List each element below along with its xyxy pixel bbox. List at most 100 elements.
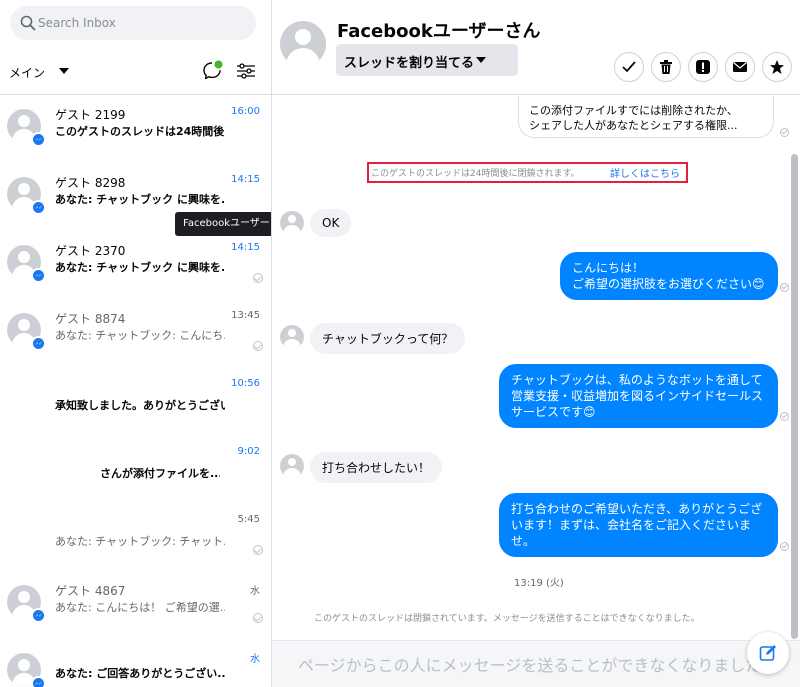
scrollbar[interactable] xyxy=(791,154,798,639)
contact-avatar[interactable] xyxy=(280,21,326,67)
seen-check-icon xyxy=(780,128,789,137)
learn-more-link[interactable]: 詳しくはこちら xyxy=(610,165,680,180)
message-line: せ。 xyxy=(511,534,536,548)
mark-spam-button[interactable] xyxy=(688,52,718,82)
conversation-item[interactable]: ゲスト 2199 このゲストのスレッドは24時間後... 16:00 xyxy=(0,95,271,163)
conversation-time: 13:45 xyxy=(231,310,260,321)
filter-row: メイン xyxy=(0,56,271,88)
contact-name: Facebookユーザーさん xyxy=(337,21,541,42)
conversation-time: 14:15 xyxy=(231,242,260,253)
conversation-item[interactable]: さんが添付ファイルを... 9:02 xyxy=(0,435,271,503)
conversation-name: ゲスト 2370 xyxy=(55,244,126,258)
conversation-item[interactable]: ゲスト 8874 あなた: チャットブック: こんにち... 13:45 xyxy=(0,299,271,367)
message-line: ご希望の選択肢をお選びください😊 xyxy=(572,277,765,291)
conversation-time: 水 xyxy=(250,654,260,665)
conversation-preview: あなた: ご回答ありがとうござい... xyxy=(55,667,225,680)
delete-button[interactable] xyxy=(651,52,681,82)
assign-thread-label: スレッドを割り当てる xyxy=(344,56,475,71)
compose-edit-icon xyxy=(759,645,776,661)
conversation-time: 水 xyxy=(250,586,260,597)
seen-check-icon xyxy=(253,341,263,351)
message-thread: この添付ファイルすでには削除されたか、 シェアした人があなたとシェアする権限..… xyxy=(272,96,800,639)
caret-down-icon xyxy=(476,57,486,63)
incoming-message: OK xyxy=(310,209,352,237)
message-line: 打ち合わせのご希望いただき、ありがとうござ xyxy=(511,502,763,516)
seen-check-icon xyxy=(780,412,789,421)
message-timestamp: 13:19 (火) xyxy=(514,578,564,589)
assign-thread-button[interactable]: スレッドを割り当てる xyxy=(336,44,518,76)
conversation-item[interactable]: あなた: ご回答ありがとうござい... 水 xyxy=(0,639,271,687)
composer-disabled-text: ページからこの人にメッセージを送ることができなくなりました。 xyxy=(298,656,778,675)
conversation-pane: Facebookユーザーさん スレッドを割り当てる この添付ファイルすでには削除… xyxy=(272,0,800,687)
conversation-name: ゲスト 4867 xyxy=(55,584,126,598)
search-icon xyxy=(20,15,36,31)
filter-settings-icon[interactable] xyxy=(235,61,257,81)
messenger-badge-icon xyxy=(31,268,46,283)
conversation-preview: このゲストのスレッドは24時間後... xyxy=(55,125,225,138)
guest-avatar xyxy=(280,211,304,235)
messenger-badge-icon xyxy=(31,676,46,687)
messenger-badge-icon xyxy=(31,200,46,215)
incoming-message: チャットブックって何？ xyxy=(310,323,466,354)
message-composer: ページからこの人にメッセージを送ることができなくなりました。 xyxy=(272,640,800,687)
seen-check-icon xyxy=(780,542,789,551)
conversation-list-pane: メイン ゲスト 2199 このゲストのスレッドは24時間後. xyxy=(0,0,272,687)
incoming-message: 打ち合わせしたい！ xyxy=(310,452,443,483)
conversation-item[interactable]: あなた: チャットブック: チャット... 5:45 xyxy=(0,503,271,571)
trash-icon xyxy=(660,60,672,74)
outgoing-message: こんにちは！ ご希望の選択肢をお選びください😊 xyxy=(560,252,778,300)
outgoing-message: チャットブックは、私のようなボットを通して 営業支援・収益増加を図るインサイドセ… xyxy=(499,364,778,428)
conversation-time: 10:56 xyxy=(231,378,260,389)
filter-dropdown-label[interactable]: メイン xyxy=(9,64,45,81)
conversation-name: ゲスト 2199 xyxy=(55,108,126,122)
message-line: サービスです😊 xyxy=(511,405,596,419)
conversation-preview: あなた: チャットブック: チャット... xyxy=(55,535,225,548)
quoted-line: この添付ファイルすでには削除されたか、 xyxy=(529,104,738,117)
message-line: います！まずは、会社名をご記入くださいま xyxy=(511,518,752,532)
message-line: 営業支援・収益増加を図るインサイドセールス xyxy=(511,389,764,403)
conversation-preview: 承知致しました。ありがとうござい... xyxy=(55,399,225,412)
seen-check-icon xyxy=(253,613,263,623)
conversation-preview: あなた: チャットブック に興味を... xyxy=(55,261,225,274)
conversation-time: 16:00 xyxy=(231,106,260,117)
tooltip: Facebookユーザー xyxy=(175,212,271,236)
search-input[interactable] xyxy=(38,6,248,40)
conversation-name: ゲスト 8298 xyxy=(55,176,126,190)
search-box[interactable] xyxy=(10,6,256,40)
conversation-time: 5:45 xyxy=(237,514,260,525)
thread-closed-note: このゲストのスレッドは閉鎖されています。メッセージを送信することはできなくなりま… xyxy=(314,614,700,624)
envelope-icon xyxy=(733,62,747,72)
conversation-item[interactable]: ゲスト 4867 あなた: こんにちは！ ご希望の選... 水 xyxy=(0,571,271,639)
conversation-preview: あなた: こんにちは！ ご希望の選... xyxy=(55,601,225,614)
conversation-time: 14:15 xyxy=(231,174,260,185)
conversation-preview: あなた: チャットブック に興味を... xyxy=(55,193,225,206)
conversation-item[interactable]: 承知致しました。ありがとうござい... 10:56 xyxy=(0,367,271,435)
messenger-badge-icon xyxy=(31,132,46,147)
conversation-item[interactable]: ゲスト 2370 あなた: チャットブック に興味を... 14:15 xyxy=(0,231,271,299)
seen-check-icon xyxy=(253,545,263,555)
message-line: こんにちは！ xyxy=(572,261,645,275)
star-button[interactable] xyxy=(762,52,792,82)
compose-button[interactable] xyxy=(747,632,789,674)
messenger-badge-icon xyxy=(31,336,46,351)
conversation-preview: さんが添付ファイルを... xyxy=(100,467,220,480)
star-icon xyxy=(770,60,784,74)
conversation-time: 9:02 xyxy=(237,446,260,457)
check-icon xyxy=(622,61,636,73)
message-line: チャットブックは、私のようなボットを通して xyxy=(511,373,763,387)
guest-avatar xyxy=(280,454,304,478)
conversation-preview: あなた: チャットブック: こんにち... xyxy=(55,329,225,342)
outgoing-message: 打ち合わせのご希望いただき、ありがとうござ います！まずは、会社名をご記入くださ… xyxy=(499,493,778,557)
conversation-header: Facebookユーザーさん スレッドを割り当てる xyxy=(272,0,800,95)
inbox-app: メイン ゲスト 2199 このゲストのスレッドは24時間後. xyxy=(0,0,800,687)
messenger-chat-icon[interactable] xyxy=(202,59,224,81)
notice-text: このゲストのスレッドは24時間後に閉鎖されます。 xyxy=(371,169,580,179)
mark-unread-button[interactable] xyxy=(725,52,755,82)
thread-close-notice: このゲストのスレッドは24時間後に閉鎖されます。 詳しくはこちら xyxy=(367,162,688,183)
mark-done-button[interactable] xyxy=(614,52,644,82)
seen-check-icon xyxy=(253,273,263,283)
quoted-attachment: この添付ファイルすでには削除されたか、 シェアした人があなたとシェアする権限..… xyxy=(518,96,774,138)
alert-icon xyxy=(696,60,710,74)
caret-down-icon[interactable] xyxy=(58,66,70,76)
quoted-line: シェアした人があなたとシェアする権限... xyxy=(529,119,738,132)
